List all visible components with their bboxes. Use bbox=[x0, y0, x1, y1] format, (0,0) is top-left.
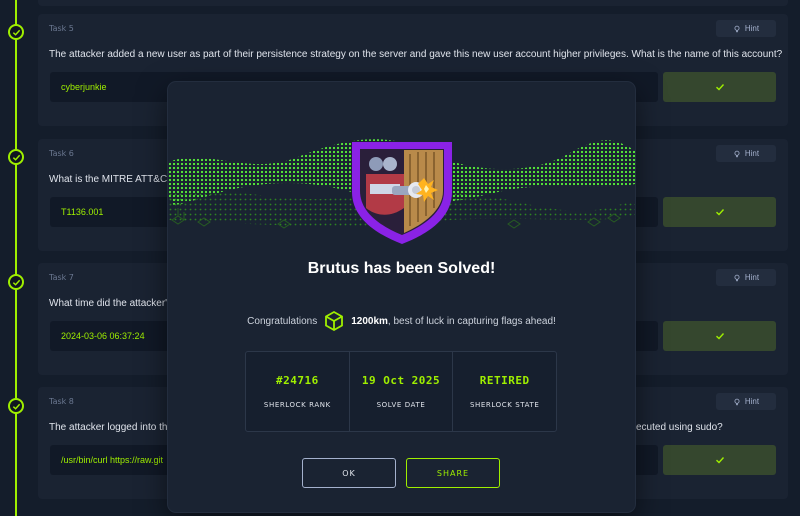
ok-button[interactable]: OK bbox=[302, 458, 396, 488]
congrats-prefix: Congratulations bbox=[247, 315, 318, 327]
task-question: The attacker added a new user as part of… bbox=[49, 49, 783, 60]
share-button[interactable]: SHARE bbox=[406, 458, 500, 488]
stat-sherlock-rank: #24716 Sherlock Rank bbox=[246, 352, 350, 431]
hint-button[interactable]: Hint bbox=[716, 20, 776, 37]
submit-answer-button[interactable] bbox=[663, 197, 776, 227]
task-5-complete-icon bbox=[8, 24, 24, 40]
task-question: The attacker logged into th bbox=[49, 422, 168, 433]
task-label: Task 7 bbox=[49, 273, 74, 282]
hint-button[interactable]: Hint bbox=[716, 269, 776, 286]
task-question-tail: ecuted using sudo? bbox=[636, 422, 723, 433]
checkmark-icon bbox=[715, 457, 724, 464]
lightbulb-icon bbox=[734, 150, 740, 157]
task-8-complete-icon bbox=[8, 398, 24, 414]
lightbulb-icon bbox=[734, 25, 740, 32]
points-earned: 1200km bbox=[351, 315, 388, 327]
stat-sherlock-state: RETIRED Sherlock State bbox=[453, 352, 556, 431]
previous-task-card bbox=[38, 0, 788, 6]
task-label: Task 6 bbox=[49, 149, 74, 158]
stat-label: Sherlock Rank bbox=[263, 401, 331, 409]
task-label: Task 8 bbox=[49, 397, 74, 406]
lightbulb-icon bbox=[734, 398, 740, 405]
submit-answer-button[interactable] bbox=[663, 72, 776, 102]
brutus-badge-icon bbox=[352, 142, 452, 244]
task-question: What is the MITRE ATT&CK bbox=[49, 174, 174, 185]
hint-label: Hint bbox=[744, 149, 760, 158]
checkmark-icon bbox=[715, 333, 724, 340]
congrats-suffix: , best of luck in capturing flags ahead! bbox=[387, 315, 556, 327]
stat-value: #24716 bbox=[275, 374, 319, 387]
stat-solve-date: 19 Oct 2025 Solve Date bbox=[350, 352, 454, 431]
task-question: What time did the attacker's bbox=[49, 298, 173, 309]
hint-button[interactable]: Hint bbox=[716, 145, 776, 162]
task-7-complete-icon bbox=[8, 274, 24, 290]
congrats-message: Congratulations 1200km, best of luck in … bbox=[168, 310, 635, 332]
task-timeline bbox=[15, 0, 17, 516]
hint-label: Hint bbox=[744, 24, 760, 33]
task-6-complete-icon bbox=[8, 149, 24, 165]
stat-value: RETIRED bbox=[479, 374, 530, 387]
modal-title: Brutus has been Solved! bbox=[307, 260, 496, 277]
stat-label: Sherlock State bbox=[469, 401, 540, 409]
hint-button[interactable]: Hint bbox=[716, 393, 776, 410]
task-label: Task 5 bbox=[49, 24, 74, 33]
submit-answer-button[interactable] bbox=[663, 445, 776, 475]
checkmark-icon bbox=[715, 84, 724, 91]
checkmark-icon bbox=[715, 209, 724, 216]
submit-answer-button[interactable] bbox=[663, 321, 776, 351]
stat-value: 19 Oct 2025 bbox=[361, 374, 441, 387]
hint-label: Hint bbox=[744, 397, 760, 406]
cube-points-icon bbox=[325, 310, 344, 332]
lightbulb-icon bbox=[734, 274, 740, 281]
solved-modal: Brutus has been Solved! Congratulations … bbox=[168, 82, 635, 512]
hint-label: Hint bbox=[744, 273, 760, 282]
stat-label: Solve Date bbox=[376, 401, 426, 409]
stats-panel: #24716 Sherlock Rank 19 Oct 2025 Solve D… bbox=[245, 351, 557, 432]
